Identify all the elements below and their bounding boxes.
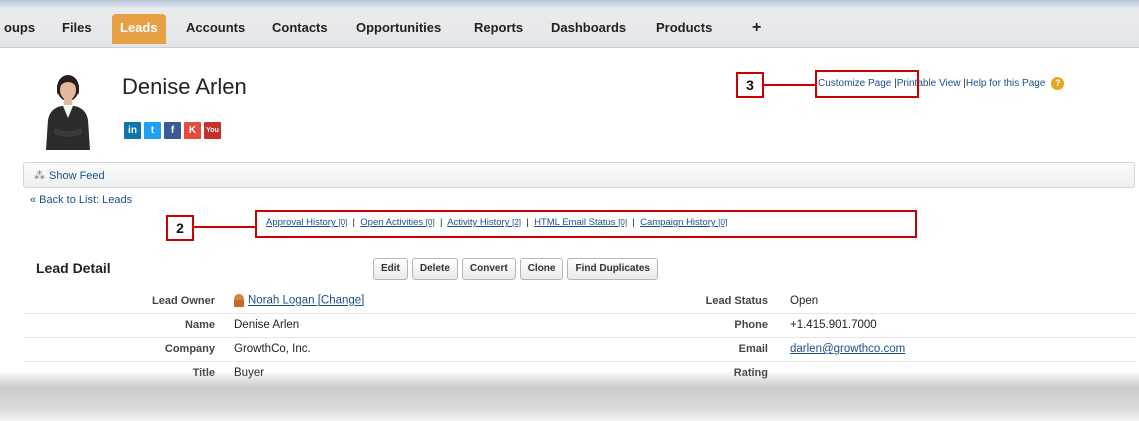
field-label: Rating [733, 367, 768, 379]
lead-avatar [46, 75, 90, 150]
feed-bar: ⁂ Show Feed [23, 162, 1135, 188]
field-label: Company [164, 343, 215, 355]
section-title: Lead Detail [36, 260, 111, 276]
lead-owner-value[interactable]: Norah Logan [Change] [234, 294, 364, 307]
tab-reports[interactable]: Reports [474, 14, 523, 44]
youtube-icon[interactable]: You [204, 122, 221, 139]
tab-contacts[interactable]: Contacts [272, 14, 328, 44]
twitter-icon[interactable]: t [144, 122, 161, 139]
related-list-links: Approval History [0] | Open Activities [… [266, 217, 727, 228]
tab-files[interactable]: Files [62, 14, 92, 44]
phone-value: +1.415.901.7000 [790, 319, 877, 331]
tab-groups[interactable]: oups [4, 14, 35, 44]
title-value: Buyer [234, 367, 265, 379]
callout-3-highlight [815, 70, 919, 98]
field-label: Title [192, 367, 215, 379]
edit-button[interactable]: Edit [373, 258, 408, 280]
tab-opportunities[interactable]: Opportunities [356, 14, 441, 44]
feed-pulse-icon: ⁂ [34, 170, 45, 182]
linkedin-icon[interactable]: in [124, 122, 141, 139]
find-duplicates-button[interactable]: Find Duplicates [567, 258, 658, 280]
activity-history-link[interactable]: Activity History [2] [447, 217, 521, 228]
related-separator: | [632, 217, 635, 228]
email-link[interactable]: darlen@growthco.com [790, 343, 905, 355]
convert-button[interactable]: Convert [461, 258, 516, 280]
related-separator: | [526, 217, 529, 228]
detail-button-row: Edit Delete Convert Clone Find Duplicate… [373, 258, 658, 280]
related-separator: | [439, 217, 443, 228]
campaign-history-link[interactable]: Campaign History [0] [640, 217, 727, 228]
klout-icon[interactable]: K [184, 122, 201, 139]
tab-leads[interactable]: Leads [112, 14, 166, 44]
related-separator: | [352, 217, 355, 228]
detail-row: Lead Owner Norah Logan [Change] Lead Sta… [23, 290, 1135, 314]
facebook-icon[interactable]: f [164, 122, 181, 139]
help-icon[interactable]: ? [1051, 77, 1065, 90]
detail-row: Name Denise Arlen Phone +1.415.901.7000 [23, 314, 1135, 338]
field-label: Lead Owner [152, 295, 215, 307]
show-feed-link[interactable]: ⁂ Show Feed [34, 169, 105, 182]
social-links: in t f K You [124, 122, 221, 139]
callout-2-number: 2 [166, 215, 194, 241]
lead-status-value: Open [790, 295, 819, 307]
show-feed-label: Show Feed [49, 170, 105, 182]
company-value: GrowthCo, Inc. [234, 343, 311, 355]
callout-2-line [192, 226, 256, 228]
open-activities-link[interactable]: Open Activities [0] [360, 217, 434, 228]
user-icon [234, 294, 244, 307]
page-title: Denise Arlen [122, 74, 247, 99]
page-header [0, 48, 1139, 160]
tab-bar: oups Files Leads Accounts Contacts Oppor… [0, 0, 1139, 48]
html-email-status-link[interactable]: HTML Email Status [0] [534, 217, 627, 228]
field-label: Lead Status [705, 295, 768, 307]
approval-history-link[interactable]: Approval History [0] [266, 217, 347, 228]
field-label: Phone [734, 319, 768, 331]
tab-accounts[interactable]: Accounts [186, 14, 245, 44]
all-tabs-plus-icon[interactable]: + [752, 14, 761, 44]
callout-3-line [762, 84, 816, 86]
callout-3-number: 3 [736, 72, 764, 98]
tab-products[interactable]: Products [656, 14, 712, 44]
help-link[interactable]: Help for this Page [966, 78, 1046, 89]
clone-button[interactable]: Clone [519, 258, 564, 280]
name-value: Denise Arlen [234, 319, 300, 331]
detail-row: Title Buyer Rating [23, 362, 1135, 386]
field-label: Email [738, 343, 768, 355]
back-to-list-link[interactable]: « Back to List: Leads [30, 194, 132, 206]
delete-button[interactable]: Delete [411, 258, 458, 280]
tab-dashboards[interactable]: Dashboards [551, 14, 626, 44]
field-label: Name [185, 319, 215, 331]
detail-row: Company GrowthCo, Inc. Email darlen@grow… [23, 338, 1135, 362]
